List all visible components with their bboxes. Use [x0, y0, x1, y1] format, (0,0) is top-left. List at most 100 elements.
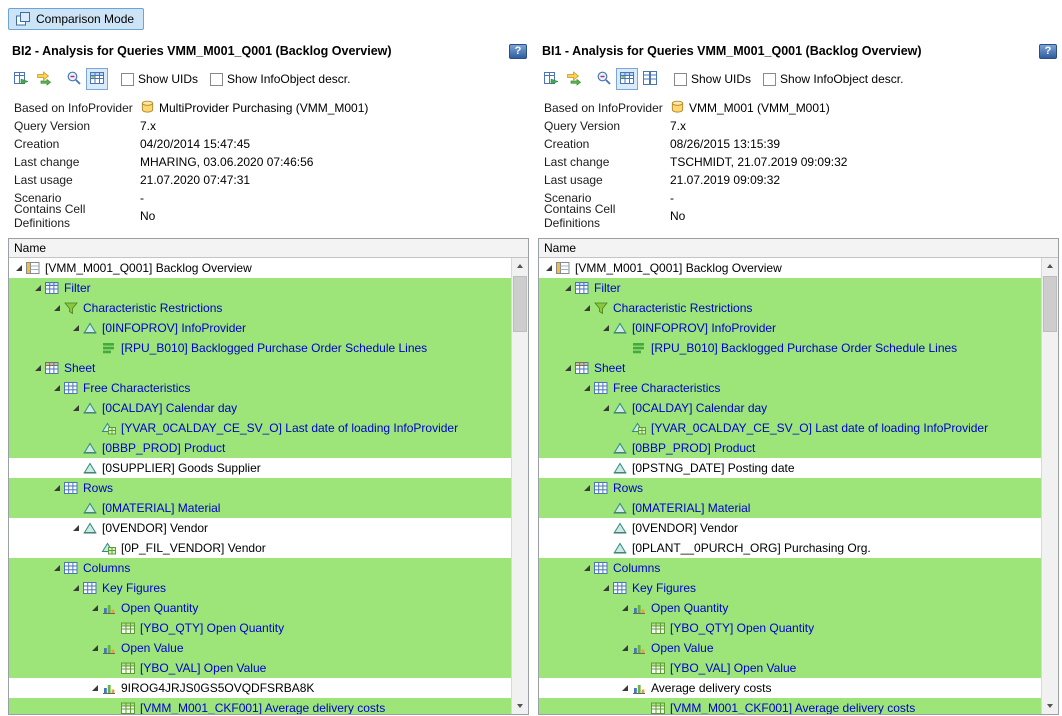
tree-node[interactable]: Sheet	[539, 358, 1041, 378]
expander-icon[interactable]	[69, 398, 82, 418]
tree-node[interactable]: [VMM_M001_CKF001] Average delivery costs	[9, 698, 511, 714]
expander-icon[interactable]	[69, 518, 82, 538]
expander-icon[interactable]	[31, 358, 44, 378]
tree-node[interactable]: Open Value	[9, 638, 511, 658]
tree-node[interactable]: Open Quantity	[9, 598, 511, 618]
zoom-out-button[interactable]	[63, 68, 85, 90]
expander-icon[interactable]	[542, 258, 555, 278]
show-uids-checkbox[interactable]: Show UIDs	[121, 72, 198, 86]
tree-node[interactable]: [YBO_QTY] Open Quantity	[9, 618, 511, 638]
checkbox-box[interactable]	[121, 73, 134, 86]
vertical-scrollbar[interactable]	[1041, 258, 1058, 714]
expander-icon[interactable]	[69, 578, 82, 598]
tree-node[interactable]: Free Characteristics	[539, 378, 1041, 398]
checkbox-box[interactable]	[210, 73, 223, 86]
expander-icon[interactable]	[618, 638, 631, 658]
tree-node[interactable]: [0VENDOR] Vendor	[9, 518, 511, 538]
expander-icon[interactable]	[618, 678, 631, 698]
tree-node[interactable]: Key Figures	[9, 578, 511, 598]
expander-icon[interactable]	[50, 478, 63, 498]
scroll-down-button[interactable]	[1042, 698, 1058, 714]
tree-node[interactable]: Filter	[9, 278, 511, 298]
tree-node[interactable]: [0INFOPROV] InfoProvider	[539, 318, 1041, 338]
expander-icon[interactable]	[12, 258, 25, 278]
expander-icon[interactable]	[580, 298, 593, 318]
open-query-button[interactable]	[540, 68, 562, 90]
tree-node[interactable]: [0PLANT__0PURCH_ORG] Purchasing Org.	[539, 538, 1041, 558]
tree-node[interactable]: Average delivery costs	[539, 678, 1041, 698]
tree-node[interactable]: [VMM_M001_Q001] Backlog Overview	[539, 258, 1041, 278]
tree-node[interactable]: [YVAR_0CALDAY_CE_SV_O] Last date of load…	[9, 418, 511, 438]
tree-node[interactable]: Columns	[539, 558, 1041, 578]
grid-view-button[interactable]	[639, 68, 661, 90]
scrollbar-thumb[interactable]	[513, 276, 527, 332]
tree-node[interactable]: [0SUPPLIER] Goods Supplier	[9, 458, 511, 478]
transfer-query-button[interactable]	[563, 68, 585, 90]
checkbox-box[interactable]	[674, 73, 687, 86]
expander-icon[interactable]	[50, 378, 63, 398]
show-infoobject-descr-checkbox[interactable]: Show InfoObject descr.	[763, 72, 903, 86]
expander-icon[interactable]	[580, 558, 593, 578]
tree-node[interactable]: Open Quantity	[539, 598, 1041, 618]
scroll-up-button[interactable]	[512, 258, 528, 274]
expander-icon[interactable]	[31, 278, 44, 298]
expander-icon[interactable]	[599, 318, 612, 338]
expander-icon[interactable]	[599, 578, 612, 598]
show-uids-checkbox[interactable]: Show UIDs	[674, 72, 751, 86]
expander-icon[interactable]	[580, 478, 593, 498]
tree-node[interactable]: [YBO_QTY] Open Quantity	[539, 618, 1041, 638]
tree-node[interactable]: [0MATERIAL] Material	[9, 498, 511, 518]
tree-node[interactable]: Key Figures	[539, 578, 1041, 598]
expander-icon[interactable]	[561, 278, 574, 298]
tree-node[interactable]: [0P_FIL_VENDOR] Vendor	[9, 538, 511, 558]
tree-node[interactable]: Open Value	[539, 638, 1041, 658]
tree-node[interactable]: Characteristic Restrictions	[9, 298, 511, 318]
tree-node[interactable]: [0MATERIAL] Material	[539, 498, 1041, 518]
tree-node[interactable]: [0VENDOR] Vendor	[539, 518, 1041, 538]
tree-node[interactable]: [0BBP_PROD] Product	[539, 438, 1041, 458]
transfer-query-button[interactable]	[33, 68, 55, 90]
checkbox-box[interactable]	[763, 73, 776, 86]
open-query-button[interactable]	[10, 68, 32, 90]
scroll-up-button[interactable]	[1042, 258, 1058, 274]
expander-icon[interactable]	[50, 298, 63, 318]
tree-node[interactable]: Filter	[539, 278, 1041, 298]
tree-node[interactable]: Sheet	[9, 358, 511, 378]
tree-node[interactable]: [0CALDAY] Calendar day	[539, 398, 1041, 418]
expander-icon[interactable]	[88, 638, 101, 658]
tree-node[interactable]: Rows	[539, 478, 1041, 498]
help-icon[interactable]: ?	[1039, 44, 1057, 59]
help-icon[interactable]: ?	[509, 44, 527, 59]
tree-node[interactable]: [0CALDAY] Calendar day	[9, 398, 511, 418]
tree-node[interactable]: [YBO_VAL] Open Value	[9, 658, 511, 678]
tree-node[interactable]: [RPU_B010] Backlogged Purchase Order Sch…	[9, 338, 511, 358]
vertical-scrollbar[interactable]	[511, 258, 528, 714]
expander-icon[interactable]	[599, 398, 612, 418]
tree-node[interactable]: 9IROG4JRJS0GS5OVQDFSRBA8K	[9, 678, 511, 698]
expander-icon[interactable]	[69, 318, 82, 338]
zoom-out-button[interactable]	[593, 68, 615, 90]
expander-icon[interactable]	[88, 678, 101, 698]
show-infoobject-descr-checkbox[interactable]: Show InfoObject descr.	[210, 72, 350, 86]
tree-node[interactable]: Rows	[9, 478, 511, 498]
comparison-mode-button[interactable]: Comparison Mode	[8, 8, 144, 30]
tree-node[interactable]: [VMM_M001_CKF001] Average delivery costs	[539, 698, 1041, 714]
tree-node[interactable]: [VMM_M001_Q001] Backlog Overview	[9, 258, 511, 278]
expander-icon[interactable]	[618, 598, 631, 618]
tree-node[interactable]: [RPU_B010] Backlogged Purchase Order Sch…	[539, 338, 1041, 358]
expander-icon[interactable]	[50, 558, 63, 578]
scrollbar-thumb[interactable]	[1043, 276, 1057, 332]
scroll-down-button[interactable]	[512, 698, 528, 714]
expander-icon[interactable]	[580, 378, 593, 398]
tree-node[interactable]: [YBO_VAL] Open Value	[539, 658, 1041, 678]
tree-node[interactable]: Columns	[9, 558, 511, 578]
tree-node[interactable]: [YVAR_0CALDAY_CE_SV_O] Last date of load…	[539, 418, 1041, 438]
expander-icon[interactable]	[88, 598, 101, 618]
tree-node[interactable]: Free Characteristics	[9, 378, 511, 398]
technical-names-button[interactable]	[616, 68, 638, 90]
tree-node[interactable]: [0PSTNG_DATE] Posting date	[539, 458, 1041, 478]
tree-node[interactable]: Characteristic Restrictions	[539, 298, 1041, 318]
tree-node[interactable]: [0INFOPROV] InfoProvider	[9, 318, 511, 338]
tree-node[interactable]: [0BBP_PROD] Product	[9, 438, 511, 458]
technical-names-button[interactable]	[86, 68, 108, 90]
